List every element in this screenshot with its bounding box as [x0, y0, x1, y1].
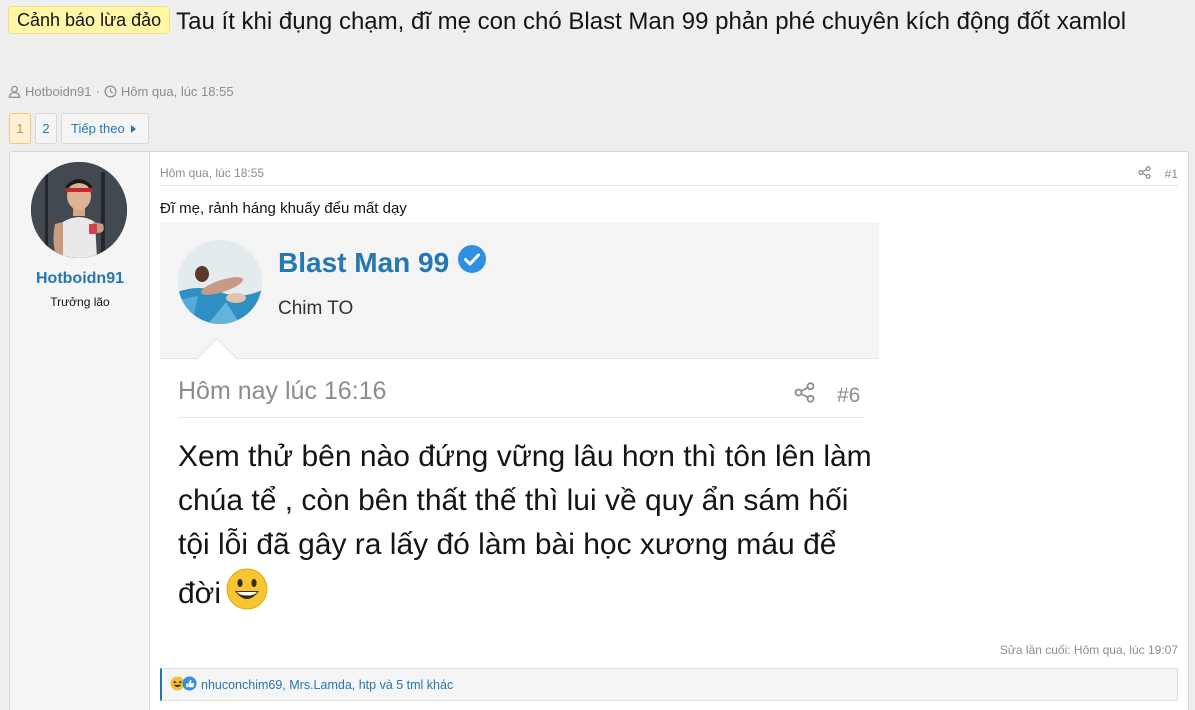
screenshot-avatar — [178, 240, 262, 324]
post-number-link[interactable]: #1 — [1165, 167, 1178, 181]
username-link[interactable]: Hotboidn91 — [10, 270, 150, 288]
thread-title: Tau ít khi đụng chạm, đĩ mẹ con chó Blas… — [176, 8, 1127, 35]
screenshot-divider — [178, 417, 864, 418]
next-page-label: Tiếp theo — [71, 121, 125, 136]
reactions-bar[interactable]: nhuconchim69, Mrs.Lamda, htp và 5 tml kh… — [160, 668, 1178, 701]
thread-date-link[interactable]: Hôm qua, lúc 18:55 — [121, 84, 234, 99]
post-1: Hotboidn91 Trưởng lão Hôm qua, lúc 18:55… — [9, 151, 1189, 710]
share-icon[interactable] — [1137, 166, 1151, 182]
screenshot-username-text: Blast Man 99 — [278, 246, 450, 278]
page-1-button[interactable]: 1 — [9, 113, 31, 144]
thread-prefix-badge[interactable]: Cảnh báo lừa đảo — [8, 6, 171, 34]
user-icon — [8, 85, 21, 98]
reaction-icons — [170, 675, 197, 694]
screenshot-post-date: Hôm nay lúc 16:16 — [178, 377, 387, 405]
user-title: Trưởng lão — [50, 295, 110, 309]
page-nav: 1 2 Tiếp theo — [9, 113, 149, 144]
post-body-text: Đĩ mẹ, rảnh háng khuấy đểu mất dạy — [160, 200, 407, 217]
caret-right-icon — [130, 121, 136, 136]
post-date-link[interactable]: Hôm qua, lúc 18:55 — [160, 166, 264, 180]
meta-separator: · — [95, 84, 100, 99]
screenshot-user-title: Chim TO — [278, 298, 354, 319]
screenshot-profile-card: Blast Man 99 Chim TO — [160, 222, 879, 359]
grin-emoji-icon — [225, 567, 269, 611]
reactions-users-link[interactable]: nhuconchim69, Mrs.Lamda, htp và 5 tml kh… — [201, 678, 453, 692]
post-actions: #1 — [1137, 166, 1178, 182]
screenshot-post-text: Xem thử bên nào đứng vững lâu hơn thì tô… — [178, 435, 878, 616]
screenshot-post-text-content: Xem thử bên nào đứng vững lâu hơn thì tô… — [178, 440, 872, 610]
screenshot-post-number: #6 — [837, 383, 861, 407]
post-attribution: Hôm qua, lúc 18:55 #1 — [160, 164, 1178, 186]
next-page-button[interactable]: Tiếp theo — [61, 113, 149, 144]
screenshot-username: Blast Man 99 — [278, 244, 487, 281]
thread-title-line: Cảnh báo lừa đảo Tau ít khi đụng chạm, đĩ… — [8, 4, 1188, 40]
page-2-button[interactable]: 2 — [35, 113, 57, 144]
screenshot-post-actions: #6 — [794, 382, 860, 409]
like-reaction-icon — [182, 675, 197, 694]
thread-meta: Hotboidn91 · Hôm qua, lúc 18:55 — [8, 84, 234, 99]
post-user-sidebar: Hotboidn91 Trưởng lão — [10, 152, 150, 710]
share-icon — [794, 382, 815, 409]
thread-header: Cảnh báo lừa đảo Tau ít khi đụng chạm, đĩ… — [8, 4, 1188, 99]
verified-badge-icon — [457, 244, 487, 281]
post-main: Hôm qua, lúc 18:55 #1 Đĩ mẹ, rảnh háng k… — [160, 152, 1178, 710]
embedded-screenshot: Blast Man 99 Chim TO Hôm nay lúc 16:16 #… — [160, 222, 879, 632]
clock-icon — [104, 85, 117, 98]
last-edit-note: Sửa lần cuối: Hôm qua, lúc 19:07 — [999, 643, 1178, 657]
thread-author-link[interactable]: Hotboidn91 — [25, 84, 92, 99]
avatar[interactable] — [31, 162, 127, 258]
